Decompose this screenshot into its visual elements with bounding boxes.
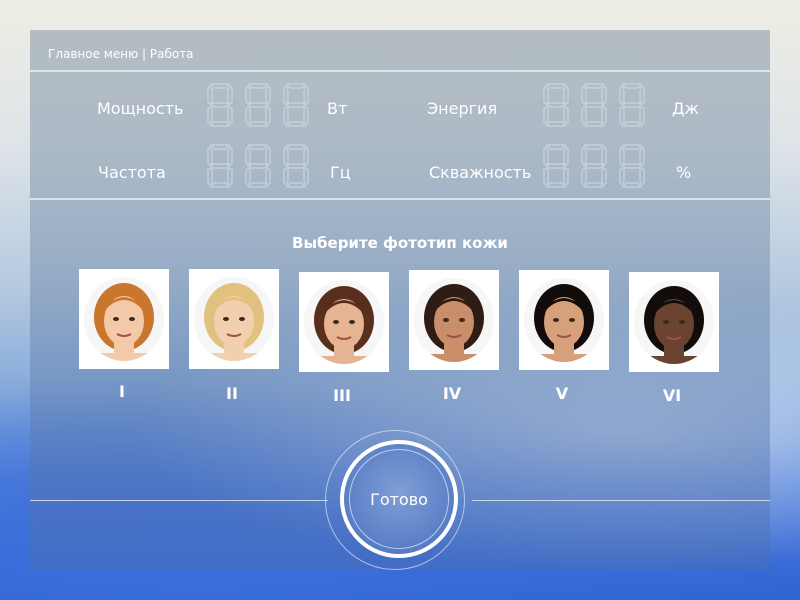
skin-type-label: III (333, 386, 351, 405)
face-avatar-icon (414, 278, 494, 362)
seven-segment-digit (245, 83, 271, 127)
skin-type-card[interactable] (79, 269, 169, 369)
metrics-divider (30, 198, 770, 200)
face-photo (524, 278, 604, 362)
duty-label: Скважность (429, 163, 532, 182)
done-button-label: Готово (370, 489, 428, 509)
face-avatar-icon (304, 280, 384, 364)
seven-segment-digit (543, 83, 569, 127)
breadcrumb-main-menu[interactable]: Главное меню (48, 47, 138, 61)
face-photo (194, 277, 274, 361)
seven-segment-digit (283, 144, 309, 188)
power-unit: Вт (327, 99, 348, 118)
power-display (205, 82, 311, 128)
seven-segment-digit (619, 83, 645, 127)
skin-type-label: V (555, 384, 569, 403)
face-avatar-icon (194, 277, 274, 361)
skin-type-card[interactable] (299, 272, 389, 372)
seven-segment-digit (207, 144, 233, 188)
work-panel: Главное меню | Работа Мощность Вт Энерги… (30, 30, 770, 570)
energy-label: Энергия (427, 99, 498, 118)
header-divider (30, 70, 770, 72)
breadcrumb-current: Работа (149, 47, 194, 61)
face-avatar-icon (84, 277, 164, 361)
face-photo (84, 277, 164, 361)
energy-display (541, 82, 647, 128)
face-photo (304, 280, 384, 364)
face-photo (414, 278, 494, 362)
seven-segment-digit (207, 83, 233, 127)
seven-segment-digit (543, 144, 569, 188)
frequency-unit: Гц (330, 163, 351, 182)
seven-segment-digit (283, 83, 309, 127)
seven-segment-digit (245, 144, 271, 188)
bottom-divider-right (472, 500, 770, 501)
breadcrumb-separator: | (138, 47, 150, 61)
bottom-divider-left (30, 500, 328, 501)
done-button[interactable]: Готово (340, 440, 458, 558)
skin-type-label: I (119, 382, 125, 401)
skin-type-card[interactable] (189, 269, 279, 369)
duty-display (541, 143, 647, 189)
energy-unit: Дж (672, 99, 699, 118)
face-avatar-icon (524, 278, 604, 362)
skin-type-label: IV (442, 384, 462, 403)
skin-type-label: II (226, 384, 238, 403)
duty-unit: % (676, 163, 692, 182)
skin-type-card[interactable] (519, 270, 609, 370)
power-label: Мощность (97, 99, 184, 118)
frequency-label: Частота (98, 163, 166, 182)
seven-segment-digit (581, 83, 607, 127)
face-avatar-icon (634, 280, 714, 364)
breadcrumb: Главное меню | Работа (48, 47, 194, 61)
skin-type-label: VI (662, 386, 682, 405)
seven-segment-digit (619, 144, 645, 188)
skin-type-card[interactable] (409, 270, 499, 370)
seven-segment-digit (581, 144, 607, 188)
frequency-display (205, 143, 311, 189)
face-photo (634, 280, 714, 364)
skin-type-heading: Выберите фототип кожи (292, 234, 508, 252)
skin-type-card[interactable] (629, 272, 719, 372)
